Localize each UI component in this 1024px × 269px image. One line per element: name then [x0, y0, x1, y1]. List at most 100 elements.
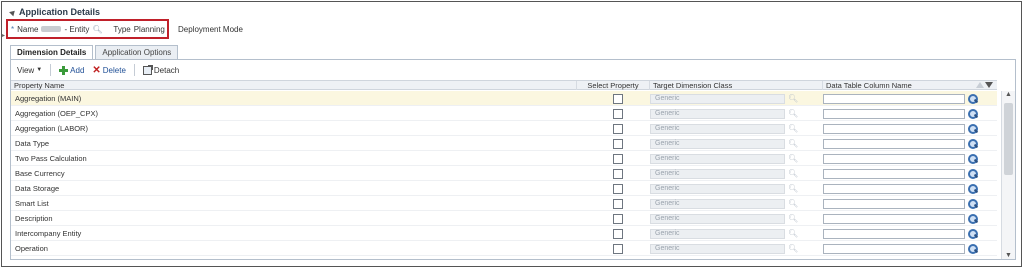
select-property-checkbox[interactable]	[613, 108, 623, 119]
search-icon[interactable]	[968, 123, 978, 134]
column-header-data-table-column-name[interactable]: Data Table Column Name	[823, 81, 997, 90]
delete-icon: ✕	[92, 64, 101, 76]
tab-bar: Dimension Details Application Options	[10, 45, 180, 59]
splitter-handle-icon[interactable]: ▸	[2, 32, 5, 39]
search-icon[interactable]	[968, 243, 978, 254]
target-dimension-class-cell: Generic 🔍︎	[650, 241, 822, 256]
search-icon: 🔍︎	[788, 154, 799, 163]
vertical-scrollbar[interactable]: ▲ ▼	[1001, 91, 1015, 259]
search-icon: 🔍︎	[788, 139, 799, 148]
chevron-down-icon: ▼	[36, 67, 43, 73]
target-dimension-class-cell: Generic 🔍︎	[650, 106, 822, 121]
table-row[interactable]: Data Type Generic 🔍︎	[11, 136, 997, 151]
scrollbar-thumb[interactable]	[1004, 103, 1013, 175]
data-table-column-input[interactable]	[823, 138, 965, 149]
search-icon: 🔍︎	[788, 214, 799, 223]
select-property-checkbox[interactable]	[613, 213, 623, 224]
table-row[interactable]: Operation Generic 🔍︎	[11, 241, 997, 256]
table-row[interactable]: Base Currency Generic 🔍︎	[11, 166, 997, 181]
select-property-checkbox[interactable]	[613, 198, 623, 209]
add-button[interactable]: Add	[59, 65, 85, 75]
search-icon[interactable]	[968, 153, 978, 164]
property-name-cell: Two Pass Calculation	[15, 154, 87, 163]
delete-button[interactable]: ✕ Delete	[92, 64, 126, 76]
sort-ascending-icon[interactable]	[976, 82, 984, 88]
property-table: Property Name Select Property Target Dim…	[11, 80, 1015, 259]
sort-arrows[interactable]	[976, 82, 993, 88]
toolbar-divider	[50, 64, 52, 76]
select-property-cell	[581, 121, 655, 136]
data-table-column-cell	[823, 136, 998, 151]
select-property-checkbox[interactable]	[613, 138, 623, 149]
select-property-checkbox[interactable]	[613, 243, 623, 254]
data-table-column-input[interactable]	[823, 168, 965, 179]
target-dimension-class-field: Generic	[650, 138, 785, 149]
target-dimension-class-field: Generic	[650, 93, 785, 104]
data-table-column-input[interactable]	[823, 108, 965, 119]
column-header-select-property[interactable]: Select Property	[577, 81, 650, 90]
property-name-cell: Data Storage	[15, 184, 60, 193]
view-menu-button[interactable]: View ▼	[17, 66, 42, 75]
target-dimension-class-cell: Generic 🔍︎	[650, 226, 822, 241]
table-row[interactable]: Two Pass Calculation Generic 🔍︎	[11, 151, 997, 166]
data-table-column-cell	[823, 166, 998, 181]
section-header[interactable]: Application Details	[9, 7, 100, 17]
select-property-checkbox[interactable]	[613, 183, 623, 194]
data-table-column-cell	[823, 121, 998, 136]
data-table-column-input[interactable]	[823, 243, 965, 254]
entity-text: - Entity	[64, 24, 90, 34]
search-icon: 🔍︎	[788, 109, 799, 118]
target-dimension-class-field: Generic	[650, 183, 785, 194]
table-row[interactable]: Smart List Generic 🔍︎	[11, 196, 997, 211]
search-icon[interactable]: 🔍︎	[92, 25, 102, 34]
property-name-cell: Data Type	[15, 139, 50, 148]
search-icon[interactable]	[968, 228, 978, 239]
data-table-column-input[interactable]	[823, 183, 965, 194]
select-property-cell	[581, 241, 655, 256]
data-table-column-input[interactable]	[823, 93, 965, 104]
tab-dimension-details[interactable]: Dimension Details	[10, 45, 94, 59]
search-icon[interactable]	[968, 93, 978, 104]
search-icon[interactable]	[968, 213, 978, 224]
detach-label: Detach	[153, 65, 180, 75]
data-table-column-input[interactable]	[823, 123, 965, 134]
table-row[interactable]: Intercompany Entity Generic 🔍︎	[11, 226, 997, 241]
target-dimension-class-cell: Generic 🔍︎	[650, 136, 822, 151]
select-property-checkbox[interactable]	[613, 93, 623, 104]
search-icon[interactable]	[968, 168, 978, 179]
search-icon[interactable]	[968, 198, 978, 209]
property-name-cell: Aggregation (MAIN)	[15, 94, 82, 103]
collapse-triangle-icon[interactable]	[9, 8, 17, 16]
tab-application-options[interactable]: Application Options	[95, 45, 179, 59]
table-row[interactable]: Aggregation (OEP_CPX) Generic 🔍︎	[11, 106, 997, 121]
data-table-column-cell	[823, 241, 998, 256]
select-property-cell	[581, 196, 655, 211]
add-label: Add	[70, 65, 85, 75]
data-table-column-input[interactable]	[823, 213, 965, 224]
table-row[interactable]: Data Storage Generic 🔍︎	[11, 181, 997, 196]
table-row[interactable]: Aggregation (LABOR) Generic 🔍︎	[11, 121, 997, 136]
select-property-checkbox[interactable]	[613, 228, 623, 239]
sort-descending-icon[interactable]	[985, 82, 993, 88]
target-dimension-class-field: Generic	[650, 228, 785, 239]
select-property-checkbox[interactable]	[613, 168, 623, 179]
type-label: Type	[113, 24, 131, 34]
data-table-column-input[interactable]	[823, 228, 965, 239]
column-header-target-dimension-class[interactable]: Target Dimension Class	[650, 81, 823, 90]
table-row[interactable]: Aggregation (MAIN) Generic 🔍︎	[11, 91, 997, 106]
table-row[interactable]: Description Generic 🔍︎	[11, 211, 997, 226]
search-icon[interactable]	[968, 183, 978, 194]
target-dimension-class-field: Generic	[650, 243, 785, 254]
data-table-column-input[interactable]	[823, 198, 965, 209]
target-dimension-class-field: Generic	[650, 198, 785, 209]
search-icon[interactable]	[968, 138, 978, 149]
search-icon[interactable]	[968, 108, 978, 119]
data-table-column-input[interactable]	[823, 153, 965, 164]
select-property-checkbox[interactable]	[613, 153, 623, 164]
scroll-down-icon[interactable]: ▼	[1005, 252, 1012, 259]
select-property-checkbox[interactable]	[613, 123, 623, 134]
column-header-property-name[interactable]: Property Name	[11, 81, 577, 90]
scroll-up-icon[interactable]: ▲	[1005, 91, 1012, 98]
target-dimension-class-cell: Generic 🔍︎	[650, 181, 822, 196]
detach-button[interactable]: Detach	[142, 64, 180, 75]
